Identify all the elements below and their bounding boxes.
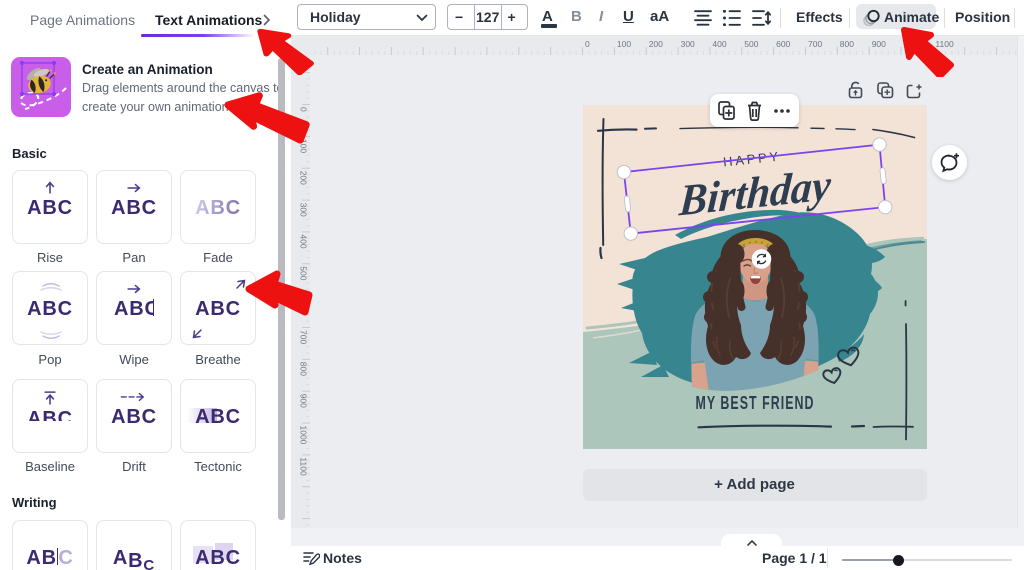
svg-text:800: 800: [840, 39, 854, 49]
svg-text:300: 300: [299, 203, 309, 217]
svg-text:400: 400: [299, 234, 309, 248]
svg-text:1100: 1100: [299, 457, 309, 476]
svg-text:500: 500: [744, 39, 758, 49]
svg-text:800: 800: [299, 362, 309, 376]
svg-text:100: 100: [617, 39, 631, 49]
svg-text:0: 0: [585, 39, 590, 49]
svg-text:200: 200: [649, 39, 663, 49]
svg-text:400: 400: [712, 39, 726, 49]
svg-text:1000: 1000: [299, 426, 309, 445]
svg-text:700: 700: [808, 39, 822, 49]
svg-text:600: 600: [776, 39, 790, 49]
svg-text:200: 200: [299, 171, 309, 185]
svg-text:900: 900: [299, 394, 309, 408]
svg-text:700: 700: [299, 330, 309, 344]
svg-text:MY BEST FRIEND: MY BEST FRIEND: [695, 393, 814, 413]
svg-text:900: 900: [872, 39, 886, 49]
svg-text:300: 300: [681, 39, 695, 49]
